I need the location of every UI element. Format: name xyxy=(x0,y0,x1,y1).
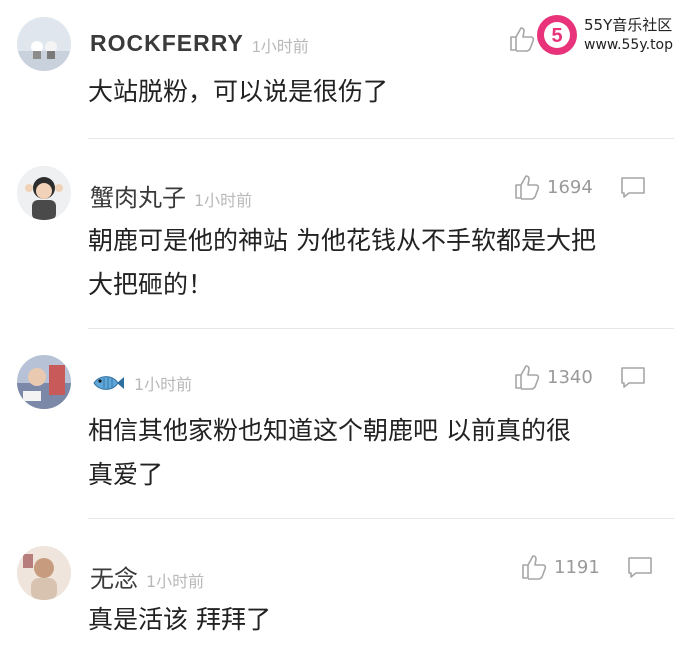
reply-bubble-icon[interactable] xyxy=(619,365,647,389)
username[interactable]: 蟹肉丸子 1小时前 xyxy=(90,178,252,213)
thumbs-up-icon[interactable] xyxy=(513,174,541,200)
username[interactable]: 1小时前 xyxy=(90,368,192,396)
comment-time: 1小时前 xyxy=(251,38,309,56)
like-count: 1340 xyxy=(547,366,593,388)
username-text[interactable]: 无念 xyxy=(90,565,138,593)
divider xyxy=(88,518,674,519)
comment-text: 大站脱粉，可以说是很伤了 xyxy=(88,70,648,114)
comment-time: 1小时前 xyxy=(194,191,253,210)
avatar[interactable] xyxy=(17,546,71,600)
comment-line: 真爱了 xyxy=(88,460,164,489)
username-text[interactable]: ROCKFERRY xyxy=(90,30,244,56)
comment-text: 真是活该 拜拜了 xyxy=(88,598,648,642)
avatar[interactable] xyxy=(17,17,71,71)
username-text[interactable]: 蟹肉丸子 xyxy=(90,184,186,212)
thumbs-up-icon[interactable] xyxy=(513,364,541,390)
logo-name: 55Y音乐社区 xyxy=(584,16,673,34)
comment-time: 1小时前 xyxy=(134,375,193,394)
divider xyxy=(88,328,674,329)
logo-text: 55Y音乐社区 www.55y.top xyxy=(584,15,673,55)
logo-url: www.55y.top xyxy=(584,37,674,53)
thumbs-up-icon[interactable] xyxy=(508,26,536,52)
avatar[interactable] xyxy=(17,166,71,220)
comment-text: 朝鹿可是他的神站 为他花钱从不手软都是大把 大把砸的！ xyxy=(88,219,648,307)
username[interactable]: ROCKFERRY 1小时前 xyxy=(90,30,309,57)
like-count: 1694 xyxy=(547,176,593,198)
comment-line: 相信其他家粉也知道这个朝鹿吧 以前真的很 xyxy=(88,416,571,445)
comment-actions: 1191 xyxy=(520,554,654,580)
like-count: 1191 xyxy=(554,556,600,578)
fish-emoji-icon xyxy=(93,376,124,390)
comment-text: 相信其他家粉也知道这个朝鹿吧 以前真的很 真爱了 xyxy=(88,409,648,497)
comment-line: 朝鹿可是他的神站 为他花钱从不手软都是大把 xyxy=(88,226,596,255)
comment-line: 大站脱粉，可以说是很伤了 xyxy=(88,77,389,106)
comment-actions: 1340 xyxy=(513,364,647,390)
comment-line: 大把砸的！ xyxy=(88,270,214,299)
reply-bubble-icon[interactable] xyxy=(626,555,654,579)
comment-line: 真是活该 拜拜了 xyxy=(88,605,271,634)
username[interactable]: 无念 1小时前 xyxy=(90,559,204,594)
divider xyxy=(88,138,674,139)
watermark-logo: 5 55Y音乐社区 www.55y.top xyxy=(536,14,673,56)
comment-actions: 1694 xyxy=(513,174,647,200)
comment-actions xyxy=(508,26,536,52)
comment-time: 1小时前 xyxy=(146,572,205,591)
music-community-logo-icon: 5 xyxy=(537,15,577,55)
reply-bubble-icon[interactable] xyxy=(619,175,647,199)
thumbs-up-icon[interactable] xyxy=(520,554,548,580)
logo-badge-text: 5 xyxy=(551,25,562,47)
avatar[interactable] xyxy=(17,355,71,409)
